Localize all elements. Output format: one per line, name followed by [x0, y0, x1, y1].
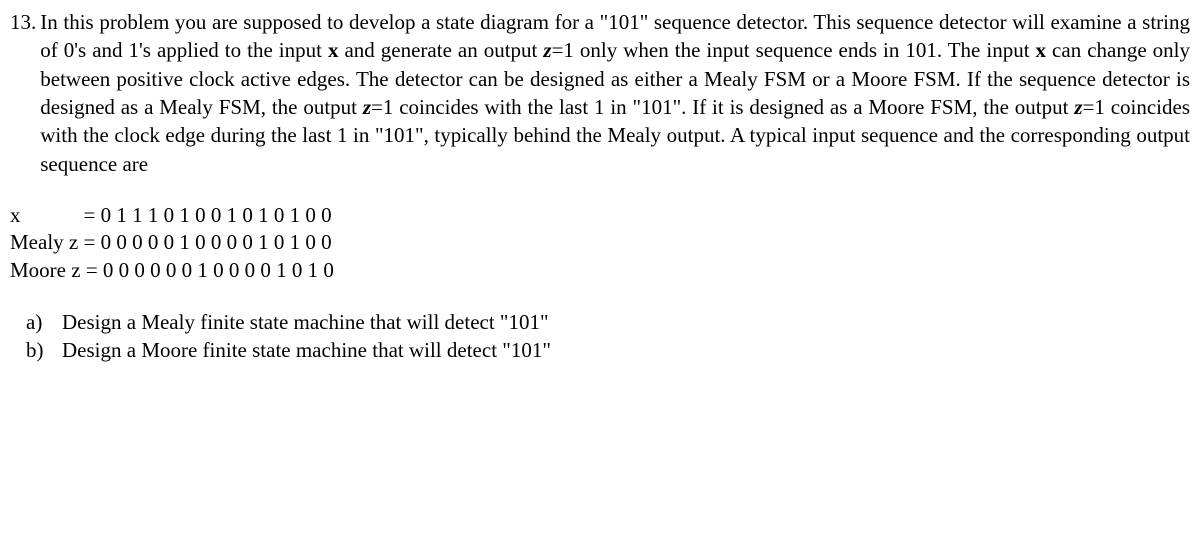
- seq-moore-label: Moore z: [10, 257, 86, 284]
- var-z-1: z: [543, 38, 551, 62]
- sequence-x: x = 0 1 1 1 0 1 0 0 1 0 1 0 1 0 0: [10, 202, 1190, 229]
- subpart-b: b) Design a Moore finite state machine t…: [10, 336, 1190, 364]
- seq-mealy-label: Mealy z: [10, 229, 83, 256]
- seq-moore-values: = 0 0 0 0 0 0 1 0 0 0 0 1 0 1 0: [86, 258, 334, 282]
- seq-mealy-values: = 0 0 0 0 0 1 0 0 0 0 1 0 1 0 0: [83, 230, 331, 254]
- problem-number: 13.: [10, 8, 40, 36]
- subpart-b-text: Design a Moore finite state machine that…: [62, 336, 551, 364]
- sequence-mealy: Mealy z = 0 0 0 0 0 1 0 0 0 0 1 0 1 0 0: [10, 229, 1190, 256]
- subpart-a-text: Design a Mealy finite state machine that…: [62, 308, 549, 336]
- problem-body: In this problem you are supposed to deve…: [40, 8, 1190, 178]
- var-x-1: x: [328, 38, 339, 62]
- subpart-a-label: a): [26, 308, 62, 336]
- subpart-a: a) Design a Mealy finite state machine t…: [10, 308, 1190, 336]
- problem-text-3: =1 only when the input sequence ends in …: [552, 38, 1036, 62]
- seq-x-label: x: [10, 202, 21, 229]
- var-x-2: x: [1036, 38, 1047, 62]
- seq-x-values: = 0 1 1 1 0 1 0 0 1 0 1 0 1 0 0: [84, 203, 332, 227]
- problem-text-2: and generate an output: [338, 38, 543, 62]
- subparts: a) Design a Mealy finite state machine t…: [10, 308, 1190, 365]
- sequence-block: x = 0 1 1 1 0 1 0 0 1 0 1 0 1 0 0 Mealy …: [10, 202, 1190, 284]
- problem-text-5: =1 coincides with the last 1 in "101". I…: [371, 95, 1074, 119]
- var-z-3: z: [1074, 95, 1082, 119]
- sequence-moore: Moore z = 0 0 0 0 0 0 1 0 0 0 0 1 0 1 0: [10, 257, 1190, 284]
- var-z-2: z: [363, 95, 371, 119]
- subpart-b-label: b): [26, 336, 62, 364]
- problem-container: 13. In this problem you are supposed to …: [10, 8, 1190, 178]
